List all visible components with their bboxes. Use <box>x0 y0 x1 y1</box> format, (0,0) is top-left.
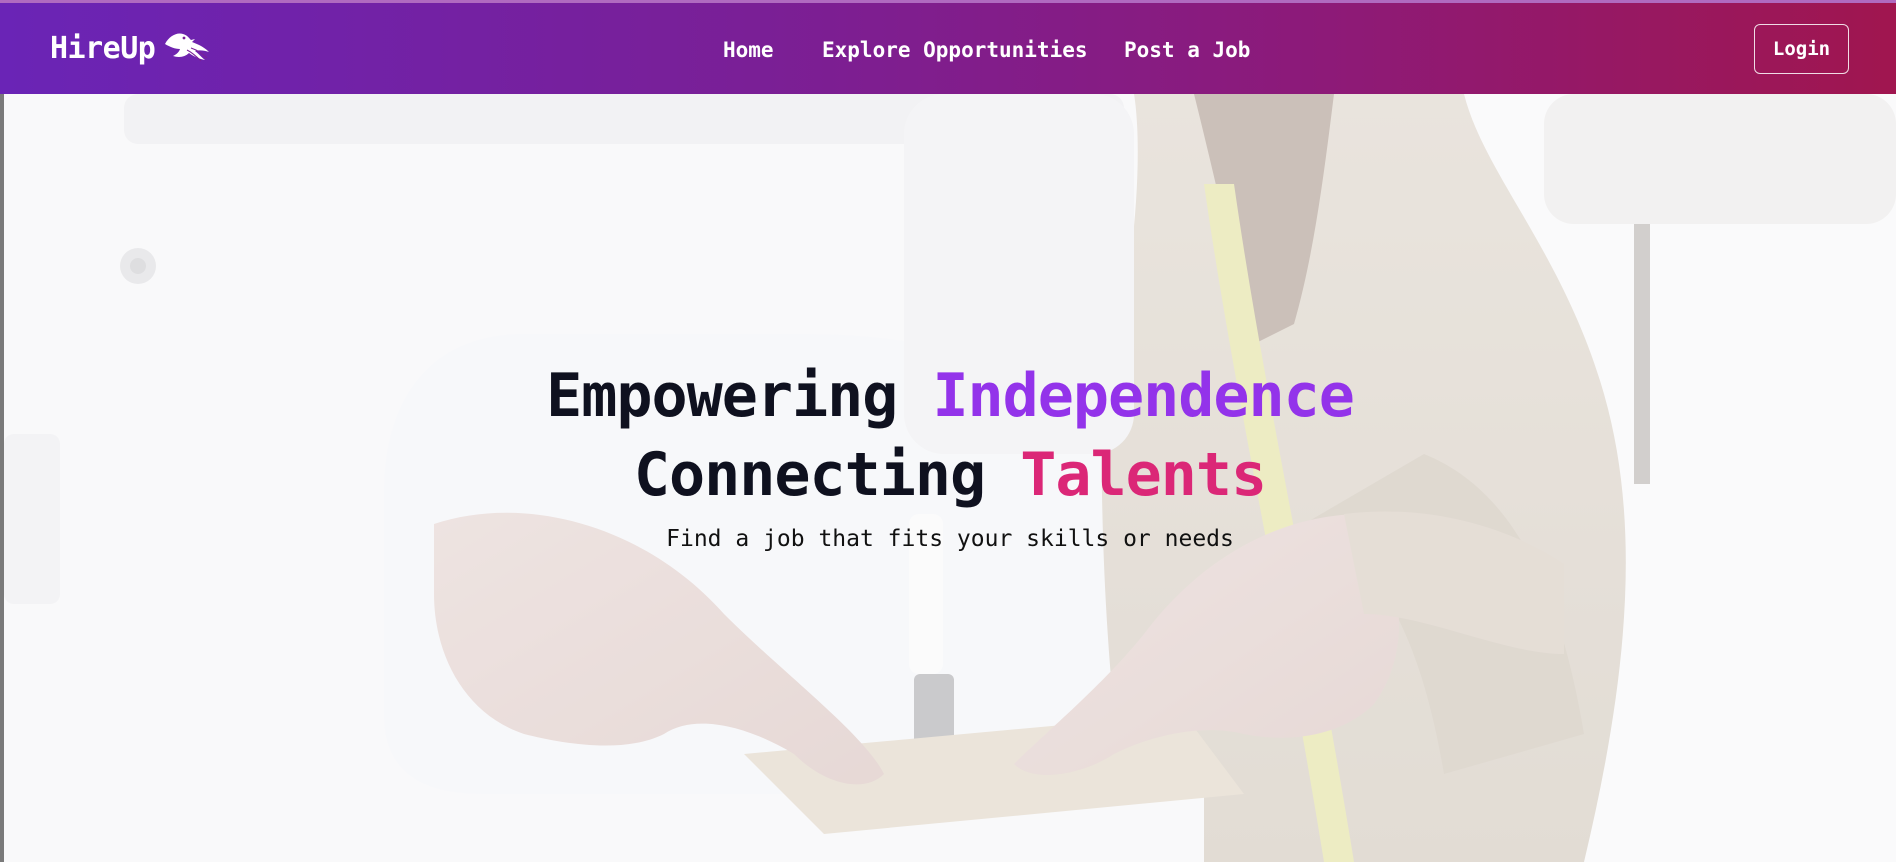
top-navbar: HireUp Home Explore Opportunities Post a… <box>0 0 1896 94</box>
hero-subtitle: Find a job that fits your skills or need… <box>666 526 1234 552</box>
hero-headline-line-2: Connecting Talents <box>4 440 1896 510</box>
headline-empowering: Empowering <box>546 361 898 431</box>
headline-connecting: Connecting <box>633 440 986 510</box>
headline-talents: Talents <box>1020 440 1267 510</box>
hero-content: Empowering Independence Connecting Talen… <box>4 94 1896 862</box>
hero-headline-line-1: Empowering Independence <box>4 361 1896 431</box>
nav-post-job-link[interactable]: Post a Job <box>1124 38 1250 62</box>
nav-home-link[interactable]: Home <box>723 38 774 62</box>
headline-independence: Independence <box>932 361 1354 431</box>
main-nav: Home Explore Opportunities Post a Job <box>0 3 1896 94</box>
nav-explore-opportunities-link[interactable]: Explore Opportunities <box>822 38 1088 62</box>
hero-section: Empowering Independence Connecting Talen… <box>4 94 1896 862</box>
login-button[interactable]: Login <box>1754 24 1849 74</box>
